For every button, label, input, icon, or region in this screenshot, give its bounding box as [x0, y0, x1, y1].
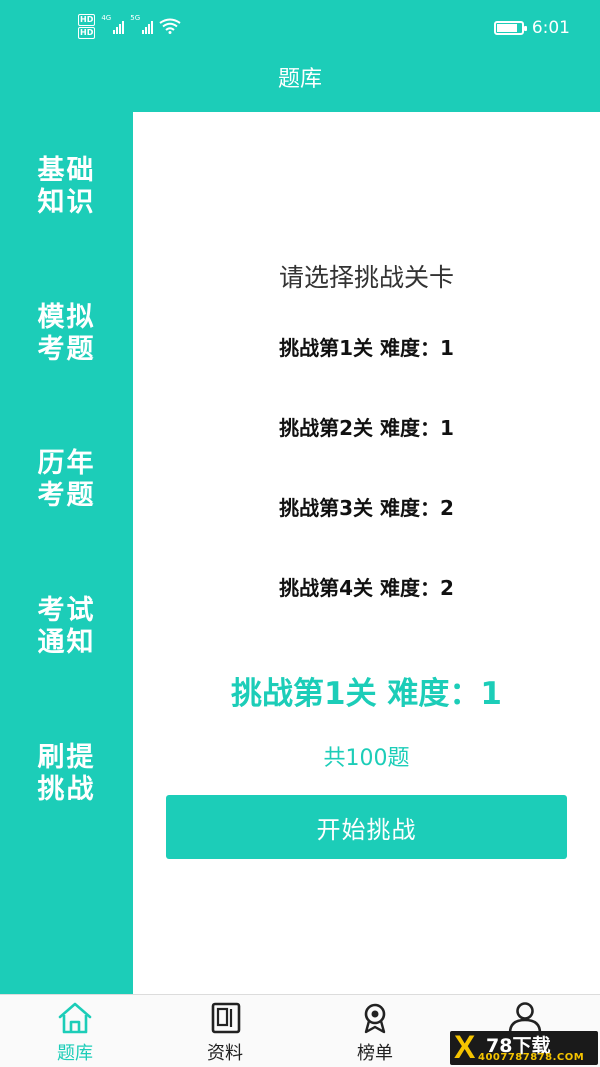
sidebar: 基础 知识 模拟 考题 历年 考题 考试 通知 刷提 挑战: [0, 112, 133, 994]
signal-label: 4G: [101, 14, 112, 22]
signal-icon: 4G: [101, 14, 125, 34]
sidebar-item-challenge[interactable]: 刷提 挑战: [0, 742, 133, 806]
level-option[interactable]: 挑战第4关 难度：2: [133, 572, 600, 601]
medal-icon: [364, 1003, 386, 1034]
sidebar-item-mock-exam[interactable]: 模拟 考题: [0, 302, 133, 366]
sidebar-item-exam-notice[interactable]: 考试 通知: [0, 595, 133, 659]
select-level-prompt: 请选择挑战关卡: [278, 263, 454, 292]
status-right: 6:01: [493, 18, 570, 38]
sidebar-item-past-exams[interactable]: 历年 考题: [0, 448, 133, 512]
status-left: HD HD 4G 5G: [78, 14, 181, 39]
question-count: 共100题: [323, 746, 410, 771]
document-icon: [211, 1002, 241, 1034]
clock: 6:01: [531, 18, 570, 38]
nav-item-leaderboard[interactable]: 榜单: [300, 995, 450, 1067]
nav-label: 题库: [57, 1043, 93, 1064]
main-content: 请选择挑战关卡 挑战第1关 难度：1 挑战第2关 难度：1 挑战第3关 难度：2…: [133, 112, 600, 994]
nav-item-question-bank[interactable]: 题库: [0, 995, 150, 1067]
app-screen: HD HD 4G 5G 6:01 题库 基础 知识 模拟 考题 历年 考题 考试…: [0, 0, 600, 1067]
sidebar-item-label: 考试: [37, 595, 96, 626]
status-bar: HD HD 4G 5G 6:01: [0, 0, 600, 56]
nav-item-materials[interactable]: 资料: [150, 995, 300, 1067]
sidebar-item-label: 刷提: [37, 742, 96, 773]
sidebar-item-label: 模拟: [37, 302, 96, 333]
hd-badge: HD: [78, 14, 96, 26]
level-option[interactable]: 挑战第1关 难度：1: [133, 332, 600, 361]
signal-label: 5G: [130, 14, 141, 22]
sidebar-item-basic-knowledge[interactable]: 基础 知识: [0, 155, 133, 219]
battery-icon: [493, 21, 527, 35]
sidebar-item-label: 挑战: [37, 774, 96, 805]
watermark-logo: X 78下载 4007787878.COM: [450, 1031, 598, 1065]
level-option[interactable]: 挑战第3关 难度：2: [133, 492, 600, 521]
sidebar-item-label: 考题: [37, 334, 96, 365]
sidebar-item-label: 知识: [37, 187, 96, 218]
watermark-x-icon: X: [454, 1031, 476, 1065]
sidebar-item-label: 通知: [37, 627, 96, 658]
nav-label: 资料: [207, 1043, 243, 1064]
start-challenge-button[interactable]: 开始挑战: [166, 795, 567, 859]
selected-level: 挑战第1关 难度：1: [231, 676, 502, 712]
sidebar-item-label: 基础: [37, 155, 96, 186]
sidebar-item-label: 历年: [37, 448, 96, 479]
page-title: 题库: [277, 67, 322, 92]
hd-badges: HD HD: [78, 14, 96, 39]
signal-icon: 5G: [130, 14, 154, 34]
level-option[interactable]: 挑战第2关 难度：1: [133, 412, 600, 441]
hd-badge: HD: [78, 27, 96, 39]
sidebar-item-label: 考题: [37, 480, 96, 511]
nav-label: 榜单: [357, 1043, 393, 1064]
home-icon: [58, 1002, 92, 1034]
watermark-url: 4007787878.COM: [478, 1052, 585, 1063]
header-bar: HD HD 4G 5G 6:01 题库: [0, 0, 600, 112]
wifi-icon: [159, 18, 181, 34]
